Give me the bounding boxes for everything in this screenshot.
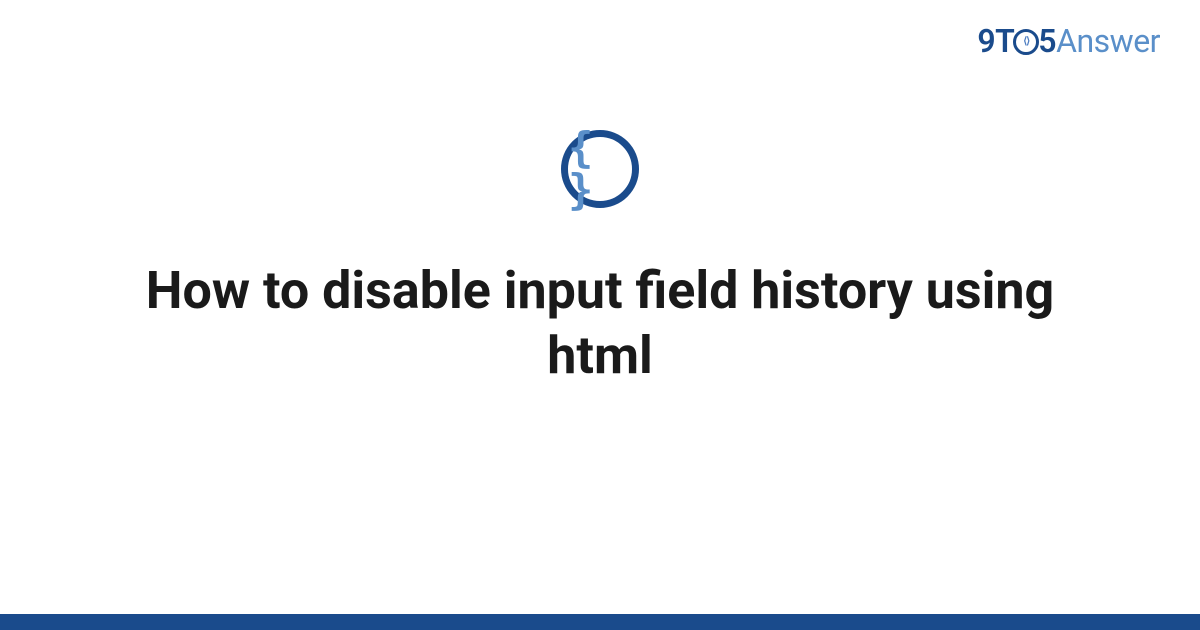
footer-accent-bar — [0, 614, 1200, 630]
code-braces-icon: { } — [561, 130, 639, 208]
main-content: { } How to disable input field history u… — [0, 130, 1200, 388]
page-title: How to disable input field history using… — [100, 258, 1100, 388]
site-logo: 9T 5Answer — [977, 22, 1160, 60]
braces-glyph: { } — [568, 127, 632, 211]
logo-o-icon — [1013, 29, 1039, 55]
logo-text-answer: Answer — [1056, 22, 1160, 60]
logo-text-9t: 9T — [977, 22, 1014, 60]
logo-text-5: 5 — [1038, 22, 1056, 60]
